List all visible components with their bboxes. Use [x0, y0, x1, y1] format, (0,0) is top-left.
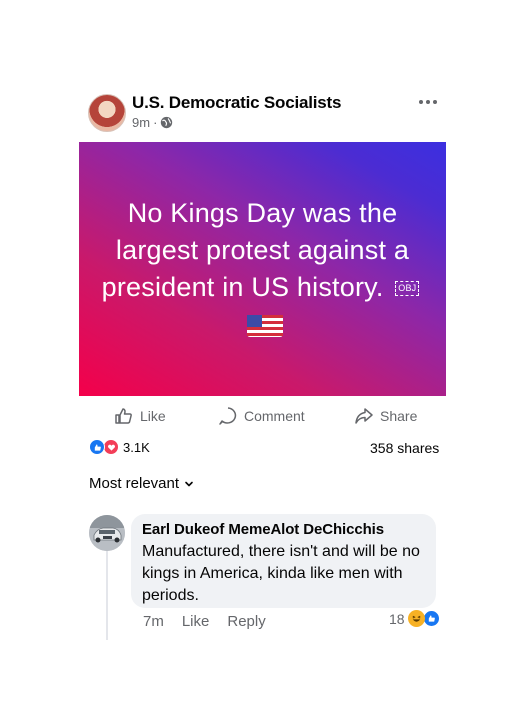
like-button[interactable]: Like: [114, 406, 166, 426]
shares-count[interactable]: 358 shares: [370, 440, 439, 456]
reactions-count: 3.1K: [123, 439, 150, 455]
comment-reaction-count: 18: [389, 610, 405, 627]
comment-like-button[interactable]: Like: [182, 613, 210, 630]
comments-sort-dropdown[interactable]: Most relevant: [89, 475, 194, 492]
us-flag-icon: [246, 314, 283, 337]
more-dot: [433, 100, 437, 104]
more-options-button[interactable]: [412, 92, 444, 112]
comment-time[interactable]: 7m: [143, 613, 164, 630]
chevron-down-icon: [185, 481, 193, 486]
comment-button[interactable]: Comment: [218, 406, 305, 426]
post-image-text: No Kings Day was the largest protest aga…: [98, 195, 428, 343]
comment-icon: [219, 407, 237, 425]
comment-text: Manufactured, there isn't and will be no…: [142, 543, 420, 604]
commenter-name[interactable]: Earl Dukeof MemeAlot DeChicchis: [142, 521, 425, 538]
thread-line: [106, 550, 108, 640]
post-header: U.S. Democratic Socialists 9m ·: [88, 92, 448, 134]
thumbs-up-icon: [115, 408, 132, 424]
comment-actions: 7m Like Reply: [143, 613, 266, 630]
post-time[interactable]: 9m: [132, 115, 150, 130]
more-horizontal-icon: [419, 100, 423, 104]
like-label: Like: [140, 408, 166, 424]
post-image[interactable]: No Kings Day was the largest protest aga…: [79, 142, 446, 396]
share-icon: [355, 408, 373, 424]
commenter-avatar[interactable]: [89, 515, 125, 551]
post-actions: Like Comment Share: [88, 402, 448, 430]
like-reaction-icon: [89, 439, 105, 455]
share-button[interactable]: Share: [354, 406, 417, 426]
meta-separator: ·: [153, 115, 158, 130]
globe-icon: [161, 116, 173, 129]
post-image-caption: No Kings Day was the largest protest aga…: [101, 198, 410, 302]
page-name[interactable]: U.S. Democratic Socialists: [132, 93, 341, 113]
page-avatar[interactable]: [88, 94, 126, 132]
obj-placeholder: OBJ: [395, 281, 420, 297]
sort-label: Most relevant: [89, 475, 180, 492]
comment-reply-button[interactable]: Reply: [227, 613, 265, 630]
comment-label: Comment: [244, 408, 305, 424]
more-dot: [426, 100, 430, 104]
haha-reaction-icon: [407, 610, 425, 627]
comment-bubble: Earl Dukeof MemeAlot DeChicchis Manufact…: [131, 514, 436, 608]
comment-reactions[interactable]: 18: [389, 610, 440, 627]
share-label: Share: [380, 408, 418, 424]
post-meta: 9m ·: [132, 115, 173, 130]
reactions-summary[interactable]: 3.1K: [89, 439, 150, 455]
like-reaction-icon: [422, 610, 440, 627]
love-reaction-icon: [103, 439, 119, 455]
car-avatar-image: [89, 515, 125, 551]
